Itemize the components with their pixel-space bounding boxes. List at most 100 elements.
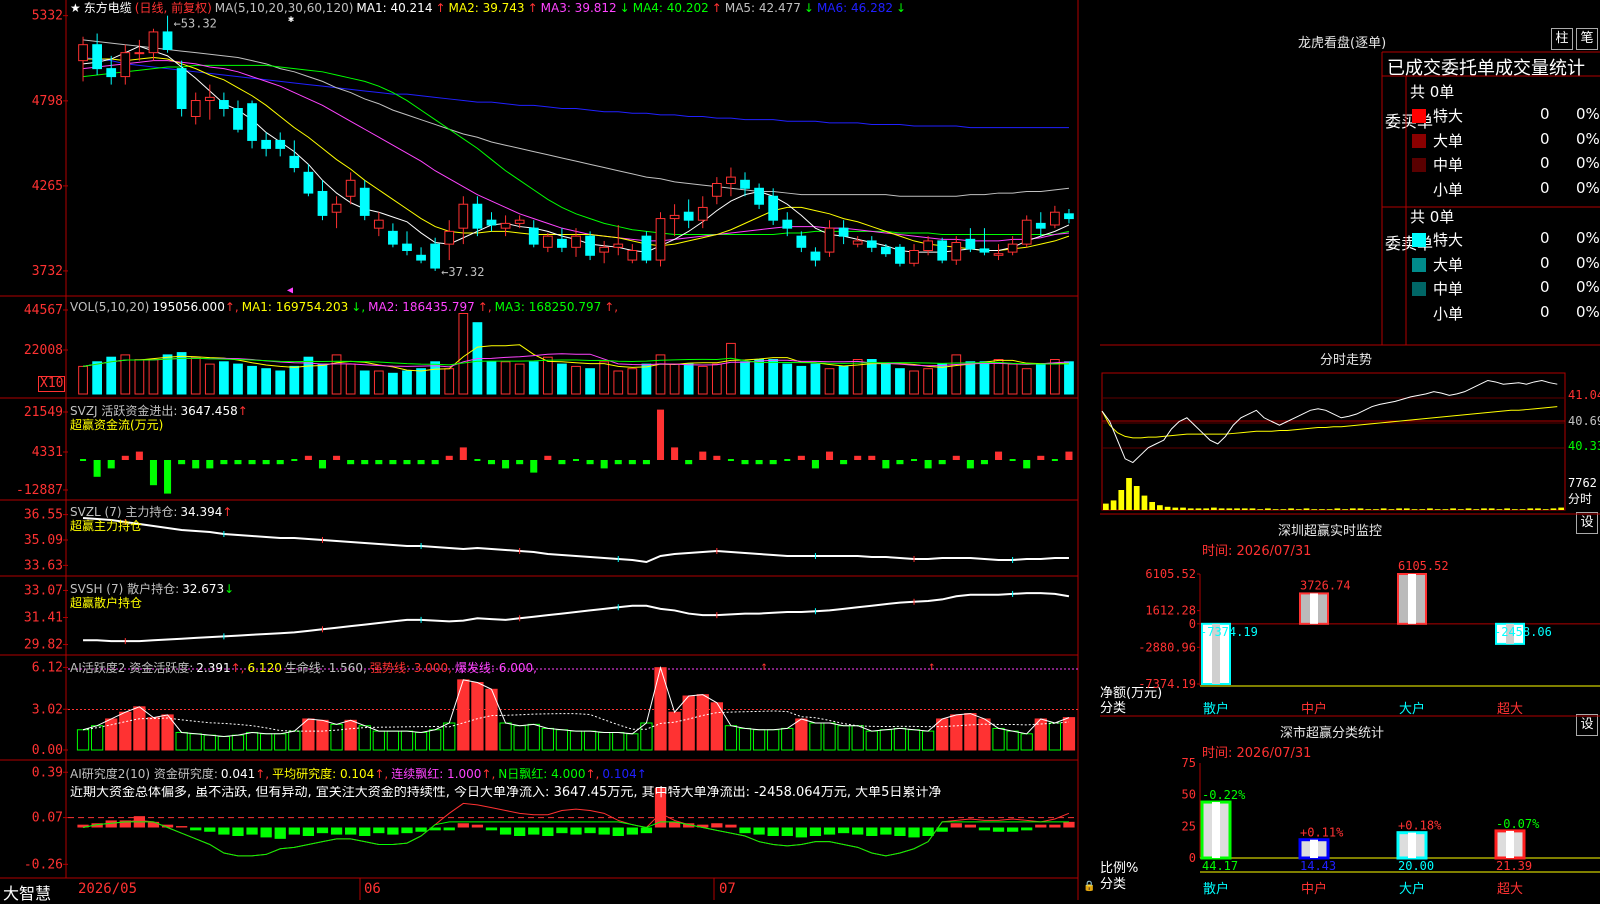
svzj-bar [375,460,383,465]
candle-up [190,100,201,117]
svzj-bar [1065,451,1073,460]
svzj-bar [347,460,355,465]
sz-class-y-label: 25 [1182,819,1196,833]
ai-research-bar [598,827,610,835]
ai-active-bar [1020,733,1033,751]
ai-active-bar [809,722,822,751]
arrow-up-icon: ↑ [711,1,722,15]
svzj-bar [713,455,721,460]
ai-active-bar [921,730,935,751]
svzj-bar [516,460,524,465]
svzj-bar [487,460,496,465]
volume-bar [754,359,764,395]
svzj-bar [755,460,763,465]
svzl-subtitle: 超赢主力持仓 [70,519,143,533]
sz-class-y-label: 0 [1189,851,1196,865]
svzj-bar [474,459,481,461]
svzj-bar [854,455,862,460]
intraday-volume-bar [1180,507,1186,510]
monitor-settings-button[interactable]: 设 [1576,512,1598,534]
intraday-volume-bar [1496,509,1503,510]
ai-active-bar [527,723,540,751]
volume-bar [782,363,793,395]
sz-class-value: 44.17 [1202,859,1238,873]
volume-bar [388,372,398,395]
candle-down [359,187,370,216]
candle-up [824,227,835,253]
tick-mode-button[interactable]: 笔 [1576,28,1598,50]
ai-active-bar [738,727,752,751]
svzj-bar [797,455,805,460]
svzj-bar [431,460,439,465]
candle-down [472,203,483,229]
bar-mode-button[interactable]: 柱 [1551,28,1573,50]
ai-active-bar [471,682,484,751]
candle-up [345,179,356,197]
svzj-name: SVZJ 活跃资金进出: [70,404,178,418]
sz-class-change: +0.11% [1300,826,1344,840]
sz-class-bar [1200,800,1232,860]
intraday-volume-bar [1319,509,1325,510]
svzj-bar [403,460,411,465]
ai-research-bar [542,827,554,836]
ai-life-line: 生命线: 1.560, [284,661,367,675]
candle-down [528,227,539,245]
candle-down [838,227,849,237]
signal-arrow-icon: ↑ [928,659,935,673]
date-label-jul: 07 [719,881,736,897]
intraday-volume-bar [1481,508,1487,510]
candle-up [909,249,919,264]
volume-bar [92,361,102,395]
sell-color-swatch [1412,233,1426,247]
sz-class-y-label: 50 [1182,788,1196,802]
volume-ma-values: MA1: 169754.203 ↓, MA2: 186435.797 ↑, MA3: 1… [242,300,621,314]
intraday-volume-bar [1211,507,1217,510]
volume-bar [359,370,370,395]
intraday-volume-bar [1280,509,1287,510]
sz-monitor-category: 超大 [1497,702,1523,717]
intraday-volume-bar [1342,509,1348,510]
candle-down [106,68,117,78]
ai-active-bar [203,734,216,751]
volume-bar [627,368,638,395]
intraday-volume-bar [1203,508,1210,510]
svzj-bar [1051,459,1058,461]
intraday-frame [1101,372,1566,511]
ai-research-arrow-up-icon: ↑, [255,767,270,781]
candle-up [669,214,680,220]
intraday-title: 分时走势 [1320,353,1373,368]
class-settings-button[interactable]: 设 [1576,714,1598,736]
volume-bar [1064,361,1074,395]
sz-monitor-bar [1397,573,1427,625]
ai-research-bar [147,821,160,828]
intraday-volume-bar [1257,509,1264,510]
ai-active-bar [189,733,202,751]
candle-down [866,240,877,248]
candle-up [711,182,722,197]
ai-active-bar [907,729,921,751]
main-chart-area[interactable]: 5332 4798 4265 3732 ←53.32 ←37.32 ✱ ◀ 44567 22008… [0,0,1100,900]
ai-active-bar [429,729,442,751]
ai-active-bar [76,729,90,751]
volume-bar [204,363,215,395]
svzj-bar [164,460,172,494]
svzj-bar [952,455,960,460]
svsh-subtitle: 超赢散户持仓 [70,596,143,610]
ai-research-y-label: 0.07 [32,811,63,826]
ai-research-bar [401,827,413,834]
lock-icon[interactable]: 🔒 [1083,881,1095,892]
svzj-bar [924,460,932,469]
candle-down [430,243,441,269]
ai-active-bar [302,718,315,751]
ai-research-last: 0.104 [602,767,637,781]
candle-down [641,235,652,261]
ai-active-bar [992,727,1005,751]
period-label[interactable]: (日线, 前复权) [135,1,212,15]
intraday-volume-bar [1542,509,1549,510]
candle-up [444,230,455,245]
candle-down [979,248,990,253]
sz-class-category: 大户 [1399,881,1425,897]
arrow-up-icon: ↑, [604,300,619,314]
ai-research-bar [1021,827,1033,831]
candle-down [768,195,779,221]
